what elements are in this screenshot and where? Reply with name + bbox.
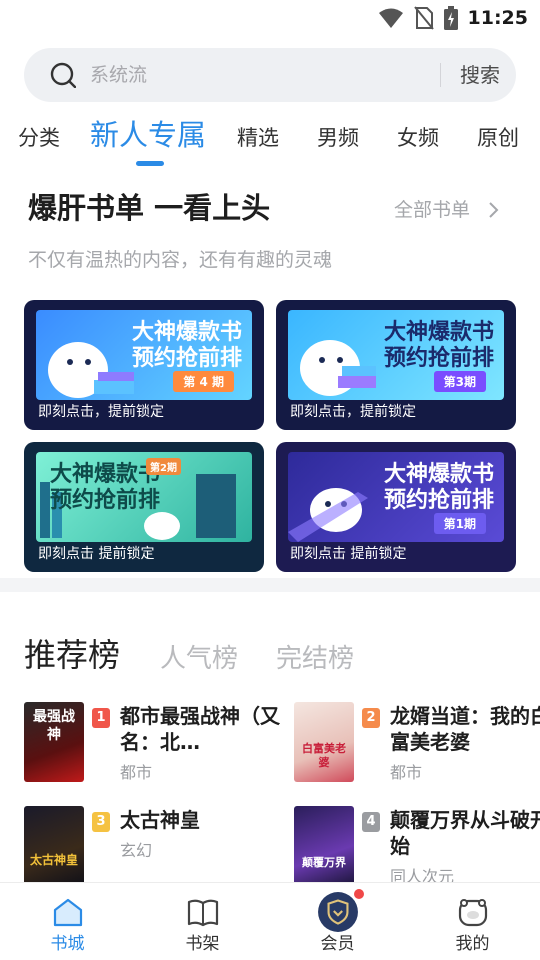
card-banner-subtitle: 预约抢前排 [383,488,494,513]
book-genre: 都市 [120,763,153,782]
tab-popular-rank[interactable]: 人气榜 [160,638,238,680]
booklist-card[interactable]: 大神爆款书 预约抢前排 第1期 即刻点击 提前锁定 [276,442,516,572]
see-all-booklists-link[interactable]: 全部书单 [394,196,470,224]
search-icon [50,62,76,88]
book-title: 龙婿当道：我的白富美老婆 [390,704,540,754]
card-banner-image: 大神爆款书 预约抢前排 第 4 期 [36,310,252,400]
card-caption: 即刻点击，提前锁定 [290,404,416,420]
nav-membership[interactable]: 会员 [270,883,405,960]
book-genre: 玄幻 [120,841,153,860]
search-bar[interactable]: 系统流 搜索 [24,48,516,102]
card-banner-image: 大神爆款书 预约抢前排 第1期 [288,452,504,542]
rank-badge: 2 [362,708,380,728]
book-title: 太古神皇 [120,808,200,832]
vip-shield-icon [317,892,358,932]
bottom-nav: 书城 书架 会员 我的 [0,882,540,960]
notification-badge [354,889,364,899]
nav-bookstore[interactable]: 书城 [0,883,135,960]
card-caption: 即刻点击 提前锁定 [290,546,407,562]
ranked-book[interactable]: 白富美老婆 2 龙婿当道：我的白富美老婆 都市 [294,702,540,792]
card-banner-title: 大神爆款书 [50,462,161,487]
rank-badge: 4 [362,812,380,832]
nav-bookshelf-label: 书架 [185,934,220,954]
book-title: 颠覆万界从斗破开始 [390,808,540,858]
card-banner-subtitle: 预约抢前排 [50,488,161,513]
home-icon [53,898,82,927]
nav-bookstore-label: 书城 [50,934,85,954]
wifi-icon [378,8,403,28]
card-banner-subtitle: 预约抢前排 [131,346,242,371]
status-bar: 11:25 [0,0,540,36]
profile-icon [458,899,487,927]
active-tab-indicator [136,161,164,166]
tab-original[interactable]: 原创 [477,124,519,152]
section-divider [0,578,540,592]
nav-profile-label: 我的 [455,934,490,954]
tab-new-user[interactable]: 新人专属 [90,116,206,154]
status-time: 11:25 [467,7,528,29]
book-cover-title: 颠覆万界 [302,856,346,869]
book-cover: 最强战神 [24,702,84,782]
tab-completed-rank[interactable]: 完结榜 [276,638,354,680]
booklist-section-subtitle: 不仅有温热的内容，还有有趣的灵魂 [28,249,333,271]
booklist-card[interactable]: 大神爆款书 预约抢前排 第2期 即刻点击 提前锁定 [24,442,264,572]
card-banner-title: 大神爆款书 [383,462,494,487]
no-sim-icon [413,6,434,30]
booklist-section-title: 爆肝书单 一看上头 [28,191,271,225]
card-banner-image: 大神爆款书 预约抢前排 第2期 [36,452,252,542]
category-tabs: 分类 新人专属 精选 男频 女频 原创 [0,112,540,168]
rank-badge: 1 [92,708,110,728]
issue-badge: 第1期 [433,513,486,534]
nav-membership-label: 会员 [320,934,355,954]
card-banner-image: 大神爆款书 预约抢前排 第3期 [288,310,504,400]
tab-male[interactable]: 男频 [317,124,359,152]
book-genre: 都市 [390,763,423,782]
issue-badge: 第2期 [146,458,181,475]
chevron-right-icon[interactable] [486,200,500,220]
book-cover: 太古神皇 [24,806,84,886]
nav-bookshelf[interactable]: 书架 [135,883,270,960]
book-cover: 颠覆万界 [294,806,354,886]
nav-profile[interactable]: 我的 [405,883,540,960]
book-cover: 白富美老婆 [294,702,354,782]
book-title: 都市最强战神（又名：北… [120,704,280,754]
search-button[interactable]: 搜索 [460,62,500,88]
tab-female[interactable]: 女频 [397,124,439,152]
book-cover-title: 白富美老婆 [302,742,346,769]
card-banner-title: 大神爆款书 [131,320,242,345]
booklist-card[interactable]: 大神爆款书 预约抢前排 第3期 即刻点击，提前锁定 [276,300,516,430]
book-cover-title: 最强战神 [33,709,75,743]
book-cover-title: 太古神皇 [29,853,78,867]
issue-badge: 第 4 期 [173,371,234,392]
tab-recommended-rank[interactable]: 推荐榜 [24,634,120,676]
battery-charging-icon [443,6,458,30]
book-icon [187,899,218,927]
card-banner-title: 大神爆款书 [383,320,494,345]
tab-featured[interactable]: 精选 [237,124,279,152]
card-caption: 即刻点击 提前锁定 [38,546,155,562]
search-divider [440,63,441,87]
search-input[interactable]: 系统流 [90,62,147,88]
rank-badge: 3 [92,812,110,832]
tab-category[interactable]: 分类 [18,124,60,152]
issue-badge: 第3期 [433,371,486,392]
booklist-card[interactable]: 大神爆款书 预约抢前排 第 4 期 即刻点击，提前锁定 [24,300,264,430]
card-banner-subtitle: 预约抢前排 [383,346,494,371]
ranked-book[interactable]: 最强战神 1 都市最强战神（又名：北… 都市 [24,702,280,792]
card-caption: 即刻点击，提前锁定 [38,404,164,420]
